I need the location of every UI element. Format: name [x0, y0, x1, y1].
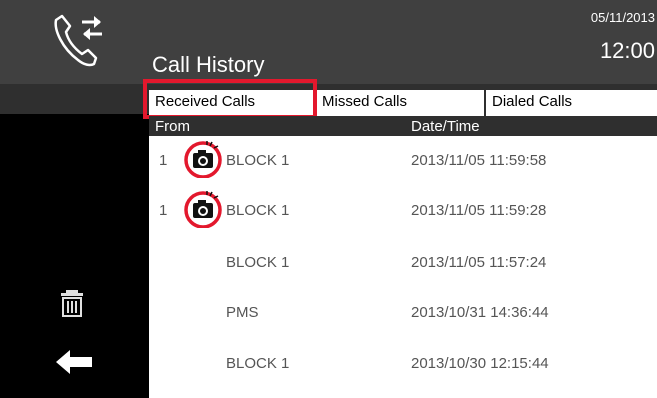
- column-datetime-label: Date/Time: [411, 118, 480, 135]
- date-display: 05/11/2013: [590, 10, 655, 25]
- list-item[interactable]: BLOCK 1 2013/10/30 12:15:44: [149, 339, 657, 389]
- call-datetime: 2013/10/31 14:36:44: [411, 304, 549, 321]
- phone-transfer-icon[interactable]: [48, 8, 112, 72]
- header-bar: Call History 05/11/2013 12:00: [0, 0, 657, 84]
- caller-name: PMS: [226, 304, 259, 321]
- tab-missed-calls[interactable]: Missed Calls: [316, 90, 484, 116]
- call-datetime: 2013/11/05 11:59:58: [411, 152, 547, 169]
- trash-icon[interactable]: [60, 289, 84, 317]
- call-count: 1: [159, 202, 168, 219]
- tab-dialed-calls[interactable]: Dialed Calls: [486, 90, 657, 116]
- camera-icon: [184, 141, 222, 178]
- time-display: 12:00: [599, 38, 655, 63]
- caller-name: BLOCK 1: [226, 254, 290, 271]
- sidebar: [0, 84, 149, 398]
- sidebar-divider: [0, 84, 149, 114]
- column-from-label: From: [155, 118, 190, 135]
- list-item[interactable]: PMS 2013/10/31 14:36:44: [149, 288, 657, 338]
- call-datetime: 2013/10/30 12:15:44: [411, 355, 549, 372]
- caller-name: BLOCK 1: [226, 202, 290, 219]
- list-item[interactable]: 1 BLOCK 1 2013/11/05 11:59:28: [149, 186, 657, 236]
- call-datetime: 2013/11/05 11:57:24: [411, 254, 547, 271]
- caller-name: BLOCK 1: [226, 355, 290, 372]
- call-datetime: 2013/11/05 11:59:28: [411, 202, 547, 219]
- page-title: Call History: [152, 52, 265, 77]
- back-arrow-icon[interactable]: [54, 348, 94, 376]
- caller-name: BLOCK 1: [226, 152, 290, 169]
- call-list: 1 BLOCK 1 2013/11/05 11:59:58 1 BLOCK 1 …: [149, 136, 657, 398]
- camera-icon: [184, 191, 222, 228]
- list-item[interactable]: 1 BLOCK 1 2013/11/05 11:59:58: [149, 136, 657, 186]
- call-count: 1: [159, 152, 168, 169]
- column-header: From Date/Time: [149, 116, 657, 136]
- selected-tab-highlight: [143, 79, 317, 119]
- list-item[interactable]: BLOCK 1 2013/11/05 11:57:24: [149, 238, 657, 288]
- call-history-screen: Call History 05/11/2013 12:00 Received C…: [0, 0, 657, 398]
